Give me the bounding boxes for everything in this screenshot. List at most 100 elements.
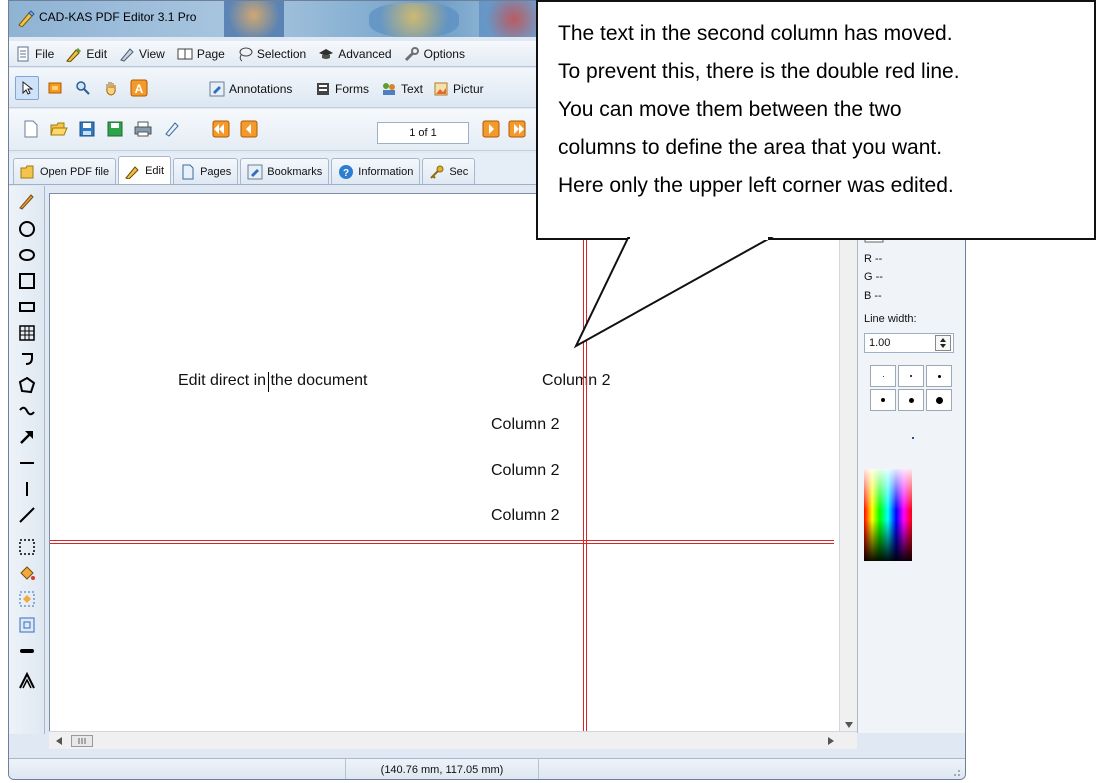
last-page-button[interactable] [505,117,529,141]
arc-tool[interactable] [17,348,37,370]
menu-options[interactable]: Options [404,46,465,62]
color-palette[interactable] [864,469,912,561]
document-canvas[interactable]: Edit direct in the document Column 2 Col… [49,193,855,734]
save-as-button[interactable] [103,117,127,141]
scroll-left-arrow-icon[interactable] [55,736,63,746]
scroll-right-arrow-icon[interactable] [827,736,835,746]
dot-size-button[interactable] [926,365,952,387]
pictures-button[interactable]: Pictur [433,81,484,97]
dot-size-button[interactable] [926,389,952,411]
menu-edit[interactable]: Edit [66,46,107,62]
page-indicator-field[interactable]: 1 of 1 [377,122,469,144]
tab-information[interactable]: ? Information [331,158,421,184]
dot-size-button[interactable] [870,389,896,411]
first-page-button[interactable] [209,117,233,141]
line-width-value: 1.00 [869,337,891,349]
circle-icon [19,221,35,237]
folder-open-icon [20,165,34,178]
save-as-icon [107,121,123,137]
edited-text[interactable]: Edit direct in the document [178,372,367,390]
menu-page[interactable]: Page [177,46,225,62]
zoom-tool[interactable] [71,76,95,100]
forms-button[interactable]: Forms [315,81,369,97]
pen-tool[interactable] [17,190,37,212]
fill-area-tool[interactable] [17,588,37,610]
text-button[interactable]: Text [381,81,423,97]
menu-file[interactable]: File [15,46,54,62]
select-area-icon [48,82,62,94]
pictures-label: Pictur [453,82,484,96]
vertical-line-tool[interactable] [17,478,37,500]
annotations-button[interactable]: Annotations [209,81,292,97]
prev-page-button[interactable] [237,117,261,141]
square-tool[interactable] [17,270,37,292]
menu-label: Page [196,46,225,61]
callout-line: The text in the second column has moved. [558,22,953,45]
menu-label: Selection [256,46,307,61]
line-width-input[interactable]: 1.00 [864,333,954,353]
dot-size-button[interactable] [870,365,896,387]
circle-tool[interactable] [17,218,37,240]
select-rect-tool[interactable] [43,76,67,100]
menu-label: Options [423,46,465,61]
horizontal-scrollbar[interactable] [49,731,857,749]
fill-tool[interactable] [17,562,37,584]
select-arrow-tool[interactable] [15,76,39,100]
text-tool[interactable]: A [127,76,151,100]
thick-line-tool[interactable] [17,640,37,662]
polygon-tool[interactable] [17,374,37,396]
vertical-scrollbar[interactable] [839,193,857,733]
compass-tool[interactable] [17,670,37,692]
print-button[interactable] [131,117,155,141]
column-text[interactable]: Column 2 [491,416,559,434]
spinner-arrows-icon [940,338,946,348]
menu-selection[interactable]: Selection [237,46,306,62]
tab-bookmarks[interactable]: Bookmarks [240,158,330,184]
next-page-button[interactable] [479,117,503,141]
window-title: CAD-KAS PDF Editor 3.1 Pro [39,10,197,24]
scroll-thumb[interactable] [71,735,93,747]
column-text[interactable]: Column 2 [491,507,559,525]
callout-line: columns to define the area that you want… [558,136,943,159]
tab-open-pdf[interactable]: Open PDF file [13,158,117,184]
new-document-button[interactable] [19,117,43,141]
hand-tool[interactable] [99,76,123,100]
pages-icon [182,164,194,179]
tab-pages[interactable]: Pages [173,158,239,184]
annotations-label: Annotations [229,82,293,96]
table-tool[interactable] [17,322,37,344]
vertical-boundary-line[interactable] [583,194,587,734]
pencil-icon [19,194,34,210]
scroll-down-arrow-icon[interactable] [844,721,854,729]
column-text[interactable]: Column 2 [491,462,559,480]
next-page-icon [482,120,500,138]
dot-size-button[interactable] [898,365,924,387]
line-width-spinner[interactable] [935,335,951,351]
info-icon: ? [339,164,354,179]
thick-bar-icon [20,649,34,653]
rectangle-tool[interactable] [17,296,37,318]
ellipse-tool[interactable] [17,244,37,266]
coordinates-text: (140.76 mm, 117.05 mm) [380,764,504,776]
menu-view[interactable]: View [119,46,165,62]
rotate-button[interactable] [159,117,183,141]
cursor-coordinates: (140.76 mm, 117.05 mm) [345,759,539,779]
resize-grip-icon[interactable] [949,765,961,777]
open-button[interactable] [47,117,71,141]
tab-edit[interactable]: Edit [118,156,172,184]
transform-tool[interactable] [17,614,37,636]
menu-advanced[interactable]: Advanced [318,46,392,62]
view-icon [120,47,134,62]
tab-security[interactable]: Sec [422,158,476,184]
status-bar: (140.76 mm, 117.05 mm) [9,758,965,779]
save-button[interactable] [75,117,99,141]
arrow-tool[interactable] [17,426,37,448]
curve-tool[interactable] [17,400,37,422]
line-tool[interactable] [17,504,37,526]
horizontal-boundary-line[interactable] [50,540,834,544]
dot-size-button[interactable] [898,389,924,411]
marquee-tool[interactable] [17,536,37,558]
callout-line: You can move them between the two [558,98,902,121]
horizontal-line-tool[interactable] [17,452,37,474]
column-text[interactable]: Column 2 [542,372,610,390]
